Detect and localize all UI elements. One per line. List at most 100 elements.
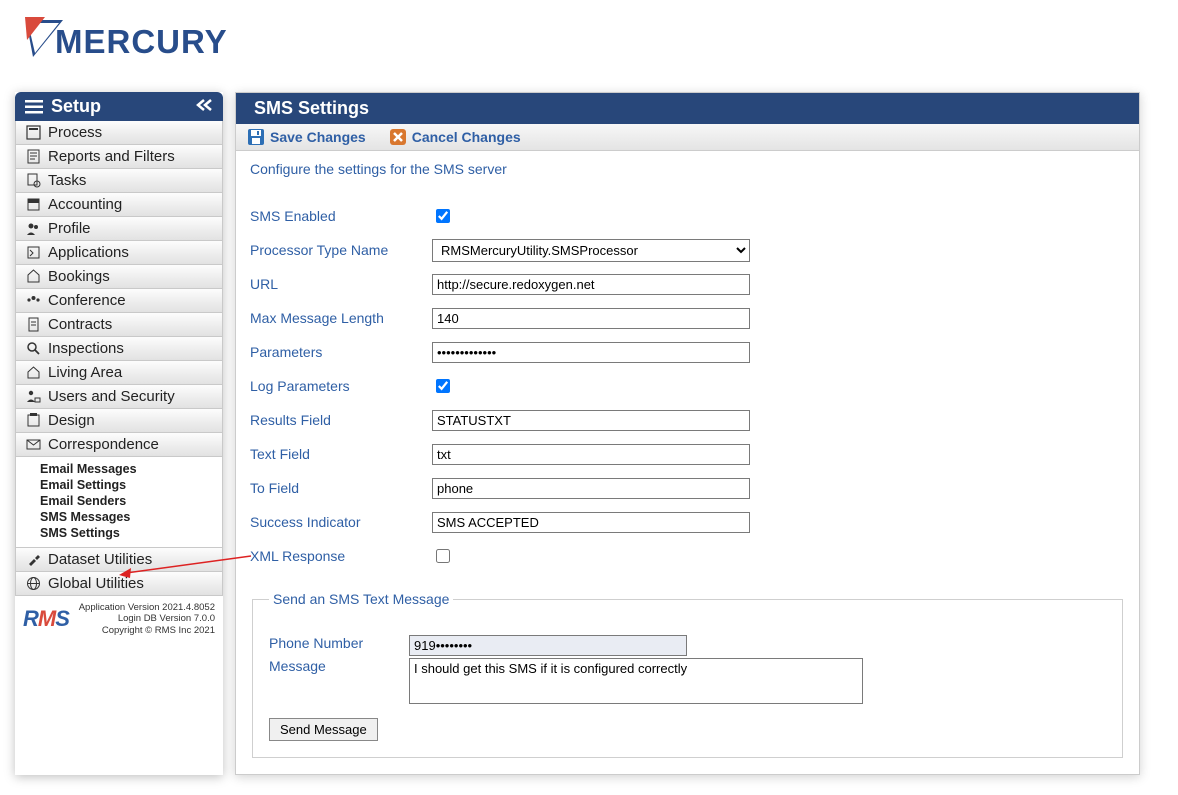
sidebar-item-label: Correspondence — [48, 436, 159, 453]
mail-icon — [24, 437, 42, 452]
sidebar-item-contracts[interactable]: Contracts — [15, 313, 223, 337]
footer-line3: Copyright © RMS Inc 2021 — [77, 625, 215, 636]
sidebar-item-tasks[interactable]: Tasks — [15, 169, 223, 193]
setup-title: Setup — [51, 96, 101, 117]
hamburger-icon — [25, 100, 43, 114]
label-maxlen: Max Message Length — [250, 310, 432, 326]
label-message: Message — [269, 658, 409, 674]
sidebar-item-profile[interactable]: Profile — [15, 217, 223, 241]
applications-icon — [24, 245, 42, 260]
sidebar-item-users[interactable]: Users and Security — [15, 385, 223, 409]
conference-icon — [24, 293, 42, 308]
tools-icon — [24, 552, 42, 567]
footer-line1: Application Version 2021.4.8052 — [77, 602, 215, 613]
label-tofield: To Field — [250, 480, 432, 496]
fieldset-send-sms: Send an SMS Text Message Phone Number Me… — [252, 591, 1123, 758]
user-lock-icon — [24, 389, 42, 404]
checkbox-xml[interactable] — [436, 549, 450, 563]
select-processor[interactable]: RMSMercuryUtility.SMSProcessor — [432, 239, 750, 262]
sidebar-item-label: Reports and Filters — [48, 148, 175, 165]
submenu-sms-messages[interactable]: SMS Messages — [16, 509, 222, 525]
input-phone[interactable] — [409, 635, 687, 656]
input-success[interactable] — [432, 512, 750, 533]
submenu-email-settings[interactable]: Email Settings — [16, 477, 222, 493]
sidebar-item-applications[interactable]: Applications — [15, 241, 223, 265]
input-url[interactable] — [432, 274, 750, 295]
label-xml: XML Response — [250, 548, 432, 564]
search-icon — [24, 341, 42, 356]
sidebar-item-livingarea[interactable]: Living Area — [15, 361, 223, 385]
input-maxlen[interactable] — [432, 308, 750, 329]
cancel-icon — [388, 127, 408, 147]
sidebar: Setup Process Reports and Filters Tasks … — [15, 92, 223, 775]
process-icon — [24, 125, 42, 140]
intro-text: Configure the settings for the SMS serve… — [250, 161, 1125, 177]
fieldset-legend: Send an SMS Text Message — [269, 591, 453, 607]
sidebar-item-label: Inspections — [48, 340, 124, 357]
cancel-label: Cancel Changes — [412, 129, 521, 145]
sidebar-item-label: Users and Security — [48, 388, 175, 405]
collapse-icon[interactable] — [195, 96, 213, 117]
svg-text:MERCURY: MERCURY — [55, 23, 228, 60]
sidebar-item-bookings[interactable]: Bookings — [15, 265, 223, 289]
input-tofield[interactable] — [432, 478, 750, 499]
label-processor: Processor Type Name — [250, 242, 432, 258]
sidebar-item-label: Global Utilities — [48, 575, 144, 592]
rms-logo: RMS — [23, 606, 69, 632]
input-params[interactable] — [432, 342, 750, 363]
label-logparams: Log Parameters — [250, 378, 432, 394]
home-icon — [24, 365, 42, 380]
sidebar-item-label: Tasks — [48, 172, 86, 189]
sidebar-item-label: Contracts — [48, 316, 112, 333]
tasks-icon — [24, 173, 42, 188]
checkbox-sms-enabled[interactable] — [436, 209, 450, 223]
main-panel: SMS Settings Save Changes Cancel Changes… — [235, 92, 1140, 775]
send-message-button[interactable]: Send Message — [269, 718, 378, 741]
sidebar-item-label: Design — [48, 412, 95, 429]
setup-header[interactable]: Setup — [15, 92, 223, 121]
textarea-message[interactable] — [409, 658, 863, 704]
footer-block: RMS Application Version 2021.4.8052 Logi… — [15, 596, 223, 646]
sidebar-item-process[interactable]: Process — [15, 121, 223, 145]
label-success: Success Indicator — [250, 514, 432, 530]
sidebar-item-correspondence[interactable]: Correspondence — [15, 433, 223, 457]
cancel-button[interactable]: Cancel Changes — [388, 127, 521, 147]
input-textfield[interactable] — [432, 444, 750, 465]
submenu-email-messages[interactable]: Email Messages — [16, 461, 222, 477]
sidebar-item-label: Bookings — [48, 268, 110, 285]
sidebar-item-label: Living Area — [48, 364, 122, 381]
sidebar-item-global-utilities[interactable]: Global Utilities — [15, 572, 223, 596]
submenu-correspondence: Email Messages Email Settings Email Send… — [15, 457, 223, 548]
sidebar-item-label: Conference — [48, 292, 126, 309]
sidebar-item-design[interactable]: Design — [15, 409, 223, 433]
label-textfield: Text Field — [250, 446, 432, 462]
sidebar-item-inspections[interactable]: Inspections — [15, 337, 223, 361]
footer-line2: Login DB Version 7.0.0 — [77, 613, 215, 624]
label-results: Results Field — [250, 412, 432, 428]
sidebar-item-dataset-utilities[interactable]: Dataset Utilities — [15, 548, 223, 572]
sidebar-item-label: Dataset Utilities — [48, 551, 152, 568]
input-results[interactable] — [432, 410, 750, 431]
sidebar-item-label: Accounting — [48, 196, 122, 213]
submenu-sms-settings[interactable]: SMS Settings — [16, 525, 222, 541]
submenu-email-senders[interactable]: Email Senders — [16, 493, 222, 509]
save-button[interactable]: Save Changes — [246, 127, 366, 147]
reports-icon — [24, 149, 42, 164]
sidebar-item-label: Applications — [48, 244, 129, 261]
sidebar-item-reports[interactable]: Reports and Filters — [15, 145, 223, 169]
globe-icon — [24, 576, 42, 591]
contracts-icon — [24, 317, 42, 332]
panel-title: SMS Settings — [236, 93, 1139, 124]
sidebar-item-label: Process — [48, 124, 102, 141]
accounting-icon — [24, 197, 42, 212]
toolbar: Save Changes Cancel Changes — [236, 124, 1139, 151]
sidebar-item-accounting[interactable]: Accounting — [15, 193, 223, 217]
label-url: URL — [250, 276, 432, 292]
save-label: Save Changes — [270, 129, 366, 145]
checkbox-logparams[interactable] — [436, 379, 450, 393]
mercury-logo: MERCURY — [15, 15, 1140, 72]
label-params: Parameters — [250, 344, 432, 360]
profile-icon — [24, 221, 42, 236]
design-icon — [24, 413, 42, 428]
sidebar-item-conference[interactable]: Conference — [15, 289, 223, 313]
